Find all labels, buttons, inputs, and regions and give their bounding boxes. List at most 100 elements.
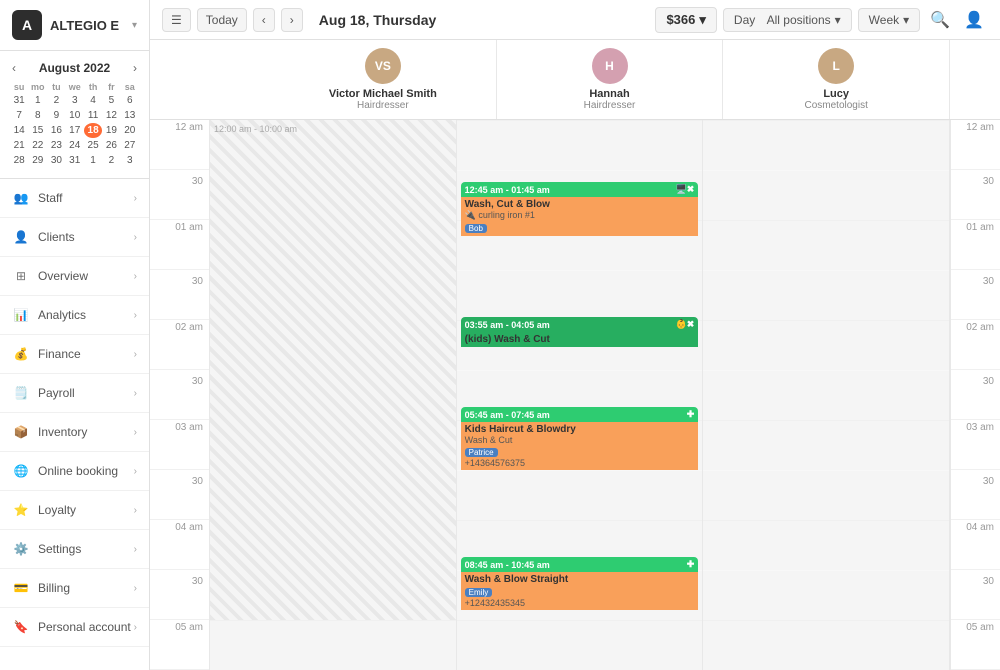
calendar-day[interactable]: 11 [84,108,102,123]
client-badge: Emily [465,588,493,597]
sidebar-item-analytics[interactable]: 📊 Analytics › [0,296,149,335]
search-button[interactable]: 🔍 [926,6,954,34]
staff-col-1[interactable]: H Hannah Hairdresser [497,40,724,119]
sidebar-item-billing[interactable]: 💳 Billing › [0,569,149,608]
staff-name: Victor Michael Smith [329,88,437,100]
calendar-day[interactable]: 29 [28,153,47,168]
hamburger-button[interactable]: ☰ [162,8,191,32]
nav-chevron-icon: › [134,193,137,204]
sidebar-item-loyalty[interactable]: ⭐ Loyalty › [0,491,149,530]
calendar-scroll[interactable]: 12 am3001 am3002 am3003 am3004 am3005 am… [150,120,1000,670]
calendar-day[interactable]: 6 [121,93,139,108]
appt-time: 05:45 am - 07:45 am [465,410,550,420]
appt-action-icons[interactable]: ✚ [687,409,695,420]
today-button[interactable]: Today [197,8,247,32]
calendar-day[interactable]: 3 [66,93,84,108]
logo-chevron-icon[interactable]: ▾ [132,20,137,31]
user-profile-button[interactable]: 👤 [960,6,988,34]
toolbar: ☰ Today ‹ › Aug 18, Thursday $366 ▾ Day … [150,0,1000,40]
mini-cal-prev-button[interactable]: ‹ [10,61,18,75]
appointment-block[interactable]: 12:00 am - 10:00 am [210,120,456,620]
calendar-day[interactable]: 21 [10,138,28,153]
mini-cal-month-year: August 2022 [39,61,110,75]
calendar-day[interactable]: 15 [28,123,47,138]
hour-label-right: 05 am [951,622,1000,633]
calendar-day[interactable]: 23 [47,138,65,153]
hour-label: 03 am [150,422,209,433]
mini-cal-next-button[interactable]: › [131,61,139,75]
staff-schedule-col-2[interactable] [703,120,950,670]
calendar-day[interactable]: 18 [84,123,102,138]
calendar-day[interactable]: 1 [28,93,47,108]
calendar-day[interactable]: 30 [47,153,65,168]
staff-schedule-col-1[interactable]: 12:45 am - 01:45 am 🖥️✖ Wash, Cut & Blow… [457,120,704,670]
week-dropdown[interactable]: Week ▾ [858,8,921,32]
calendar-day[interactable]: 27 [121,138,139,153]
staff-schedule-col-0[interactable]: 12:00 am - 10:00 am [210,120,457,670]
calendar-day[interactable]: 20 [121,123,139,138]
time-slot-right: 30 [951,270,1000,320]
sidebar-item-finance[interactable]: 💰 Finance › [0,335,149,374]
appt-phone: +14364576375 [465,458,695,468]
nav-chevron-icon: › [134,505,137,516]
calendar-day[interactable]: 17 [66,123,84,138]
staff-avatar: H [592,48,628,84]
calendar-day[interactable]: 24 [66,138,84,153]
staff-header-row: VS Victor Michael Smith Hairdresser H Ha… [150,40,1000,120]
revenue-display[interactable]: $366 ▾ [655,7,716,33]
sidebar-item-personal-account[interactable]: 🔖 Personal account › [0,608,149,647]
calendar-day[interactable]: 12 [102,108,120,123]
appointment-block[interactable]: 03:55 am - 04:05 am 👶✖ (kids) Wash & Cut [461,317,699,382]
calendar-day[interactable]: 3 [121,153,139,168]
calendar-day[interactable]: 31 [10,93,28,108]
sidebar-item-inventory[interactable]: 📦 Inventory › [0,413,149,452]
appointment-block[interactable]: 12:45 am - 01:45 am 🖥️✖ Wash, Cut & Blow… [461,182,699,282]
nav-icon: 👥 [12,189,30,207]
calendar-day[interactable]: 14 [10,123,28,138]
staff-col-2[interactable]: L Lucy Cosmetologist [723,40,950,119]
sidebar-item-staff[interactable]: 👥 Staff › [0,179,149,218]
calendar-day[interactable]: 8 [28,108,47,123]
hour-label: 04 am [150,522,209,533]
appt-action-icons[interactable]: ✚ [687,559,695,570]
time-slot-right: 30 [951,470,1000,520]
calendar-day[interactable]: 13 [121,108,139,123]
staff-col-0[interactable]: VS Victor Michael Smith Hairdresser [270,40,497,119]
app-logo[interactable]: A ALTEGIO E ▾ [0,0,149,51]
nav-label: Loyalty [38,503,134,517]
calendar-day[interactable]: 9 [47,108,65,123]
next-week-button[interactable]: › [281,8,303,32]
calendar-day[interactable]: 1 [84,153,102,168]
nav-label: Online booking [38,464,134,478]
calendar-day[interactable]: 25 [84,138,102,153]
calendar-day[interactable]: 22 [28,138,47,153]
calendar-day[interactable]: 31 [66,153,84,168]
nav-chevron-icon: › [134,310,137,321]
sidebar-item-settings[interactable]: ⚙️ Settings › [0,530,149,569]
nav-chevron-icon: › [134,388,137,399]
prev-week-button[interactable]: ‹ [253,8,275,32]
time-slot-right: 01 am [951,220,1000,270]
nav-chevron-icon: › [134,466,137,477]
calendar-day[interactable]: 4 [84,93,102,108]
sidebar-item-overview[interactable]: ⊞ Overview › [0,257,149,296]
time-slot-right: 03 am [951,420,1000,470]
sidebar-item-clients[interactable]: 👤 Clients › [0,218,149,257]
appt-action-icons[interactable]: 🖥️✖ [676,184,695,195]
hour-label: 05 am [150,622,209,633]
day-dropdown[interactable]: Day All positions ▾ [723,8,852,32]
calendar-day[interactable]: 2 [47,93,65,108]
calendar-day[interactable]: 26 [102,138,120,153]
sidebar-item-online-booking[interactable]: 🌐 Online booking › [0,452,149,491]
appointment-block[interactable]: 05:45 am - 07:45 am ✚ Kids Haircut & Blo… [461,407,699,527]
appt-action-icons[interactable]: 👶✖ [676,319,695,330]
calendar-day[interactable]: 19 [102,123,120,138]
calendar-day[interactable]: 5 [102,93,120,108]
appointment-block[interactable]: 08:45 am - 10:45 am ✚ Wash & Blow Straig… [461,557,699,670]
calendar-day[interactable]: 28 [10,153,28,168]
calendar-day[interactable]: 2 [102,153,120,168]
calendar-day[interactable]: 10 [66,108,84,123]
calendar-day[interactable]: 16 [47,123,65,138]
calendar-day[interactable]: 7 [10,108,28,123]
sidebar-item-payroll[interactable]: 🗒️ Payroll › [0,374,149,413]
